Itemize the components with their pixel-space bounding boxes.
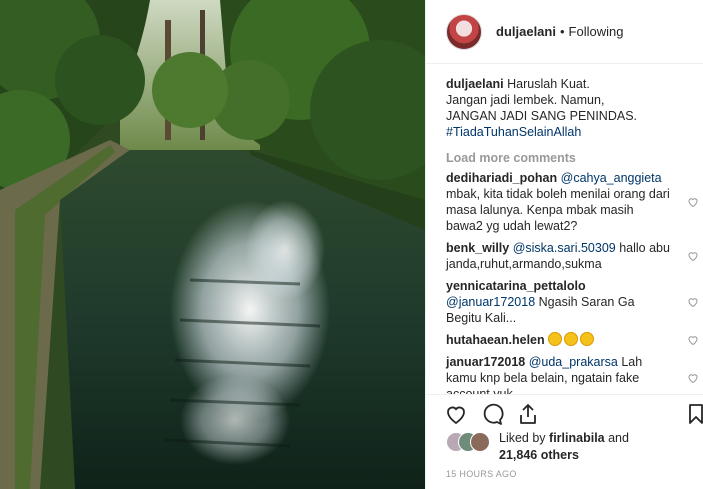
comment-item: hutahaean.helen [446,332,698,348]
caption-line-1: Haruslah Kuat. [507,77,590,91]
header-username[interactable]: duljaelani [496,24,556,39]
comment-like-heart-icon[interactable] [687,250,699,262]
comment-mention[interactable]: @januar172018 [446,295,535,309]
comment-item: dedihariadi_pohan @cahya_anggieta mbak, … [446,170,698,234]
comment-like-heart-icon[interactable] [687,372,699,384]
comment-mention[interactable]: @cahya_anggieta [561,171,662,185]
instagram-post: duljaelani • Following duljaelani Haruslah… [0,0,703,489]
caption-line-2: Jangan jadi lembek. Namun, [446,93,605,107]
caption-line-3: JANGAN JADI SANG PENINDAS. [446,109,638,123]
post-side-panel: duljaelani • Following duljaelani Haruslah… [425,0,703,489]
grin-emoji-icon [580,332,595,346]
comment-username[interactable]: dedihariadi_pohan [446,171,557,185]
heart-icon[interactable] [444,402,468,426]
comment-like-heart-icon[interactable] [687,334,699,346]
caption-username[interactable]: duljaelani [446,77,504,91]
follow-status[interactable]: Following [569,24,624,39]
comment-icon[interactable] [480,402,504,426]
post-photo[interactable] [0,0,425,489]
comment-item: januar172018 @uda_prakarsa Lah kamu knp … [446,354,698,394]
liker-avatars [446,432,496,452]
caption-hashtag[interactable]: #TiadaTuhanSelainAllah [446,125,581,139]
comment-username[interactable]: januar172018 [446,355,525,369]
header-text: duljaelani • Following [496,24,623,39]
header-separator: • [559,24,565,39]
comment-text: mbak, kita tidak boleh menilai orang dar… [446,187,670,233]
avatar[interactable] [446,13,482,50]
caption: duljaelani Haruslah Kuat. Jangan jadi le… [446,76,691,140]
comment-item: benk_willy @siska.sari.50309 hallo abu j… [446,240,698,272]
caption-area: duljaelani Haruslah Kuat. Jangan jadi le… [446,76,691,173]
load-more-comments-button[interactable]: Load more comments [446,150,691,166]
share-icon[interactable] [516,402,540,426]
likes-joiner: and [608,431,629,445]
post-timestamp[interactable]: 15 HOURS AGO [446,469,517,479]
likes-summary: Liked by firlinabila and 21,846 others [499,430,629,464]
comments-list[interactable]: dedihariadi_pohan @cahya_anggieta mbak, … [426,170,703,394]
liker-username[interactable]: firlinabila [549,431,605,445]
comment-item: yennicatarina_pettalolo @januar172018 Ng… [446,278,698,326]
forest-canal-image [0,0,425,489]
action-bar [426,394,703,430]
likes-prefix: Liked by [499,431,546,445]
comment-like-heart-icon[interactable] [687,196,699,208]
comment-mention[interactable]: @uda_prakarsa [529,355,618,369]
post-header: duljaelani • Following [426,0,703,64]
comment-username[interactable]: hutahaean.helen [446,333,545,347]
comment-username[interactable]: benk_willy [446,241,509,255]
comment-mention[interactable]: @siska.sari.50309 [513,241,616,255]
comment-emojis [548,332,596,347]
comment-like-heart-icon[interactable] [687,296,699,308]
comment-username[interactable]: yennicatarina_pettalolo [446,279,586,293]
bookmark-icon[interactable] [684,402,703,426]
liker-avatar[interactable] [470,432,490,452]
grin-emoji-icon [564,332,579,346]
grin-emoji-icon [548,332,563,346]
likes-count[interactable]: 21,846 others [499,448,579,462]
